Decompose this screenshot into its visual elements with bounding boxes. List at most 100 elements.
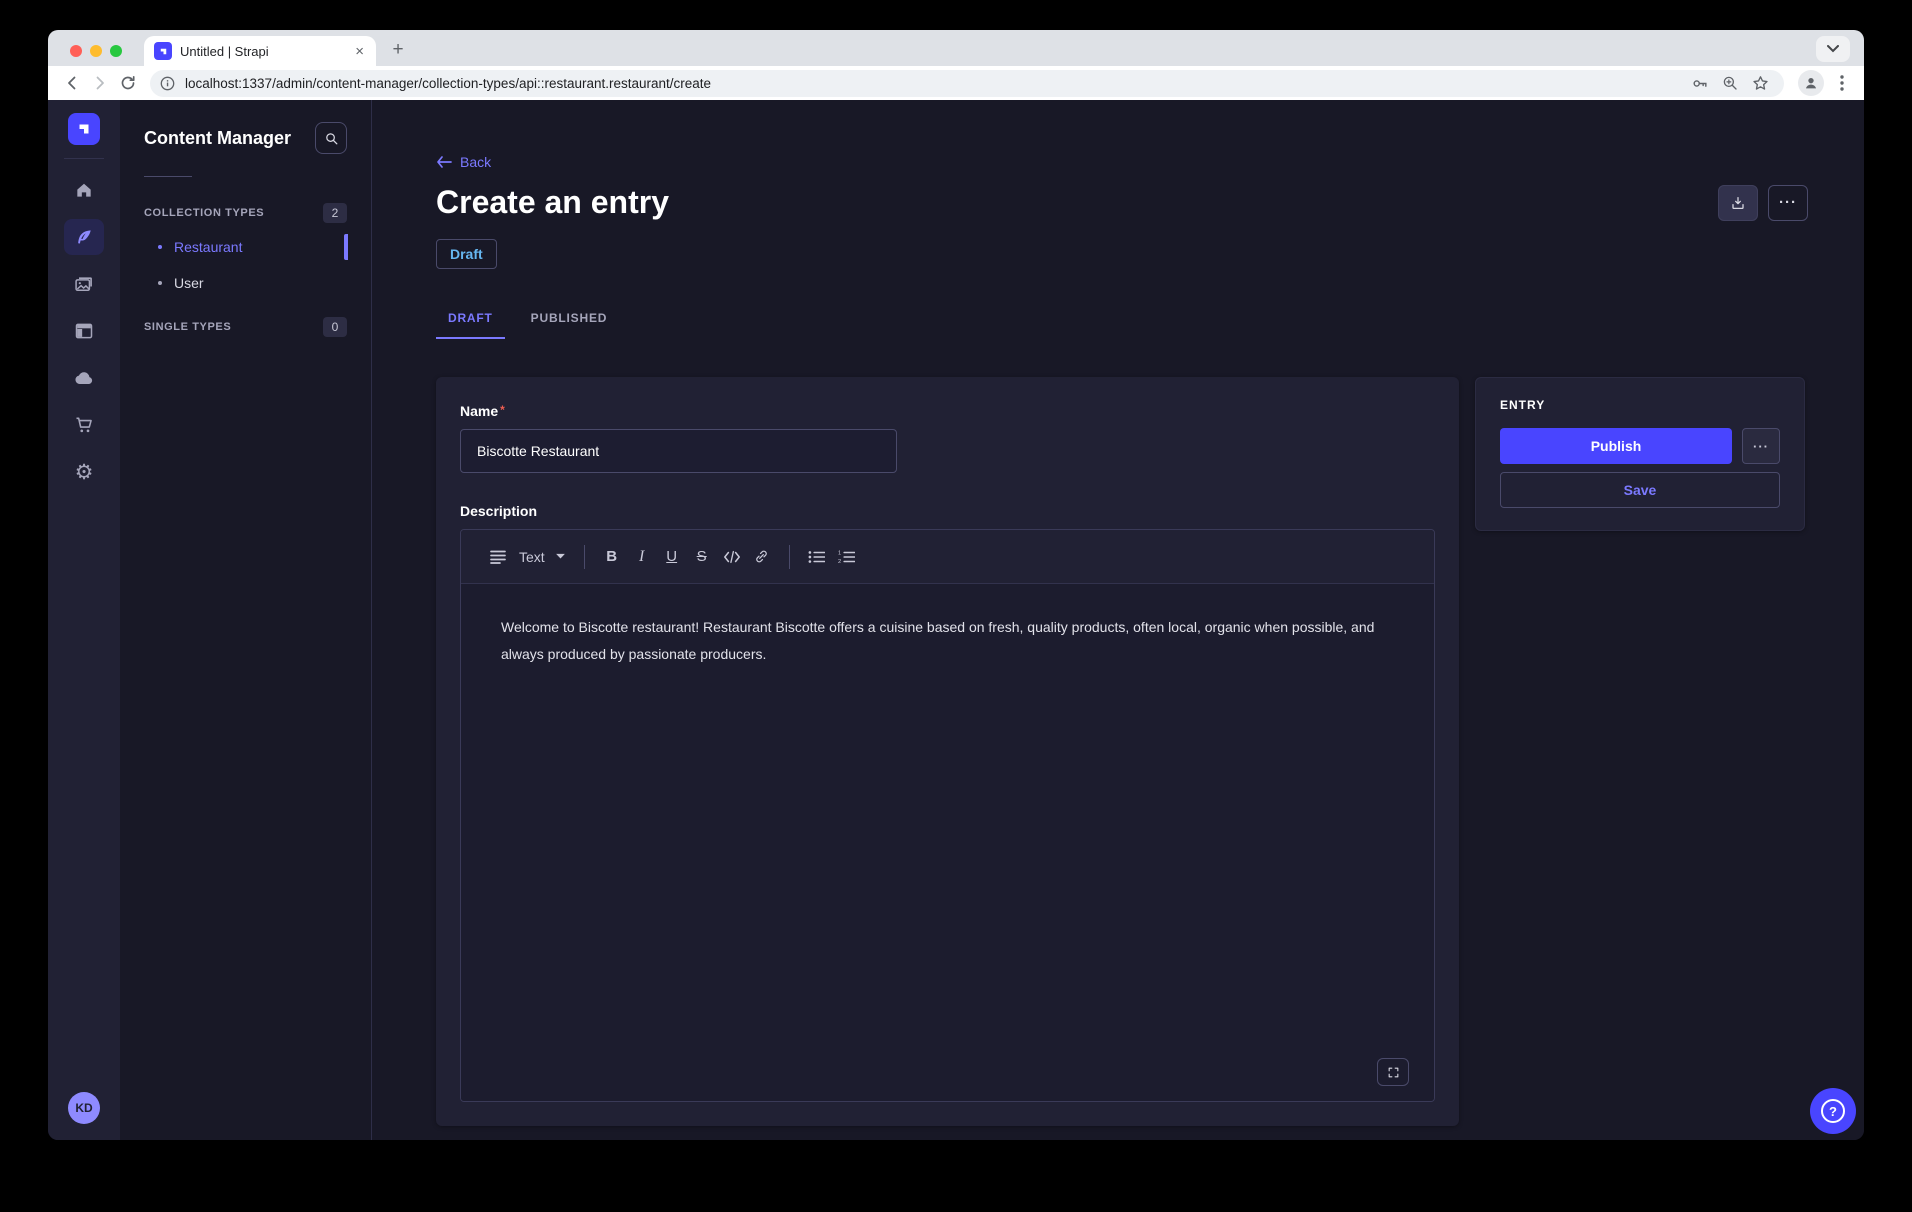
back-button[interactable]: [58, 69, 86, 97]
collection-types-count: 2: [323, 203, 347, 223]
code-button[interactable]: [717, 542, 747, 572]
nav-cloud-icon[interactable]: [64, 360, 104, 396]
entry-panel-title: ENTRY: [1500, 398, 1780, 412]
active-item-indicator: [344, 234, 348, 260]
block-type-select[interactable]: Text: [513, 549, 572, 565]
new-tab-button[interactable]: +: [384, 36, 412, 64]
sidebar-item-restaurant[interactable]: Restaurant: [144, 229, 347, 265]
header-more-button[interactable]: ···: [1768, 185, 1808, 221]
description-field-block: Description Text: [460, 503, 1435, 1102]
italic-button[interactable]: I: [627, 542, 657, 572]
url-text: localhost:1337/admin/content-manager/col…: [185, 76, 1690, 91]
block-type-value: Text: [519, 549, 545, 565]
url-bar[interactable]: localhost:1337/admin/content-manager/col…: [150, 70, 1784, 97]
ellipsis-icon: ···: [1753, 440, 1769, 453]
help-button[interactable]: ?: [1810, 1088, 1856, 1134]
window-controls: [48, 45, 144, 66]
bookmark-star-icon[interactable]: [1751, 74, 1770, 93]
save-button[interactable]: Save: [1500, 472, 1780, 508]
nav-divider: [64, 158, 104, 159]
entry-more-button[interactable]: ···: [1742, 428, 1780, 464]
collection-types-header: COLLECTION TYPES 2: [144, 197, 347, 229]
export-download-button[interactable]: [1718, 185, 1758, 221]
name-label: Name*: [460, 403, 505, 419]
entry-panel: ENTRY Publish ··· Save: [1475, 377, 1805, 531]
browser-tab[interactable]: Untitled | Strapi ×: [144, 36, 376, 66]
underline-button[interactable]: U: [657, 542, 687, 572]
content-manager-subnav: Content Manager COLLECTION TYPES 2 Resta…: [120, 100, 372, 1140]
single-types-label: SINGLE TYPES: [144, 321, 231, 333]
editor-toolbar: Text B I U S: [461, 530, 1434, 584]
bullet-icon: [158, 281, 162, 285]
description-text: Welcome to Biscotte restaurant! Restaura…: [501, 614, 1394, 668]
subnav-divider: [144, 176, 192, 177]
tab-close-icon[interactable]: ×: [353, 43, 366, 60]
name-field-block: Name*: [460, 403, 1435, 473]
nav-home-icon[interactable]: [64, 172, 104, 208]
gear-icon: ⚙: [75, 462, 94, 483]
strikethrough-button[interactable]: S: [687, 542, 717, 572]
back-link[interactable]: Back: [436, 154, 1808, 170]
collection-types-label: COLLECTION TYPES: [144, 207, 264, 219]
editor-content[interactable]: Welcome to Biscotte restaurant! Restaura…: [461, 584, 1434, 1101]
svg-text:2: 2: [838, 559, 841, 564]
forward-button[interactable]: [86, 69, 114, 97]
single-types-count: 0: [323, 317, 347, 337]
password-key-icon[interactable]: [1690, 74, 1709, 93]
svg-text:1: 1: [838, 550, 841, 556]
single-types-header: SINGLE TYPES 0: [144, 311, 347, 343]
status-badge: Draft: [436, 239, 497, 269]
bold-button[interactable]: B: [597, 542, 627, 572]
maximize-window-button[interactable]: [110, 45, 122, 57]
site-info-icon[interactable]: [160, 76, 175, 91]
link-button[interactable]: [747, 542, 777, 572]
expand-editor-button[interactable]: [1377, 1058, 1409, 1086]
tab-strip: Untitled | Strapi × +: [48, 30, 1864, 66]
publish-button[interactable]: Publish: [1500, 428, 1732, 464]
ellipsis-icon: ···: [1779, 195, 1797, 210]
paragraph-style-icon[interactable]: [483, 542, 513, 572]
main-nav: ⚙ KD: [48, 100, 120, 1140]
browser-profile-avatar[interactable]: [1798, 70, 1824, 96]
minimize-window-button[interactable]: [90, 45, 102, 57]
strapi-app: ⚙ KD Content Manager COLLECTION TYPES 2: [48, 100, 1864, 1140]
nav-settings-icon[interactable]: ⚙: [64, 454, 104, 490]
screenshot-root: Untitled | Strapi × +: [0, 0, 1912, 1212]
browser-window: Untitled | Strapi × +: [48, 30, 1864, 1140]
tab-search-button[interactable]: [1816, 36, 1850, 62]
required-asterisk: *: [500, 403, 505, 417]
name-input[interactable]: [460, 429, 897, 473]
close-window-button[interactable]: [70, 45, 82, 57]
version-tabs: DRAFT PUBLISHED: [436, 297, 1808, 339]
user-avatar[interactable]: KD: [68, 1092, 100, 1124]
browser-toolbar: localhost:1337/admin/content-manager/col…: [48, 66, 1864, 100]
nav-marketplace-icon[interactable]: [64, 407, 104, 443]
search-button[interactable]: [315, 122, 347, 154]
tab-draft[interactable]: DRAFT: [436, 297, 505, 339]
page-title: Create an entry: [436, 184, 669, 221]
description-label: Description: [460, 503, 537, 519]
sidebar-item-user[interactable]: User: [144, 265, 347, 301]
tab-published[interactable]: PUBLISHED: [519, 297, 620, 339]
bulleted-list-button[interactable]: [802, 542, 832, 572]
numbered-list-button[interactable]: 12: [832, 542, 862, 572]
help-icon: ?: [1821, 1099, 1845, 1123]
strapi-favicon-icon: [154, 42, 172, 60]
main-content: Back Create an entry ··· Draft: [372, 100, 1864, 1140]
nav-content-manager-icon[interactable]: [64, 219, 104, 255]
rich-text-editor: Text B I U S: [460, 529, 1435, 1102]
tab-title: Untitled | Strapi: [180, 44, 345, 59]
chevron-down-icon: [555, 553, 566, 560]
reload-button[interactable]: [114, 69, 142, 97]
back-arrow-icon: [436, 156, 452, 168]
nav-media-library-icon[interactable]: [64, 266, 104, 302]
strapi-logo[interactable]: [68, 113, 100, 145]
browser-menu-icon[interactable]: [1830, 70, 1854, 96]
zoom-icon[interactable]: [1721, 74, 1739, 92]
sidebar-item-label: Restaurant: [174, 239, 242, 255]
entry-form-card: Name* Description: [436, 377, 1459, 1126]
sidebar-item-label: User: [174, 275, 204, 291]
nav-content-type-builder-icon[interactable]: [64, 313, 104, 349]
subnav-title: Content Manager: [144, 128, 291, 149]
bullet-icon: [158, 245, 162, 249]
